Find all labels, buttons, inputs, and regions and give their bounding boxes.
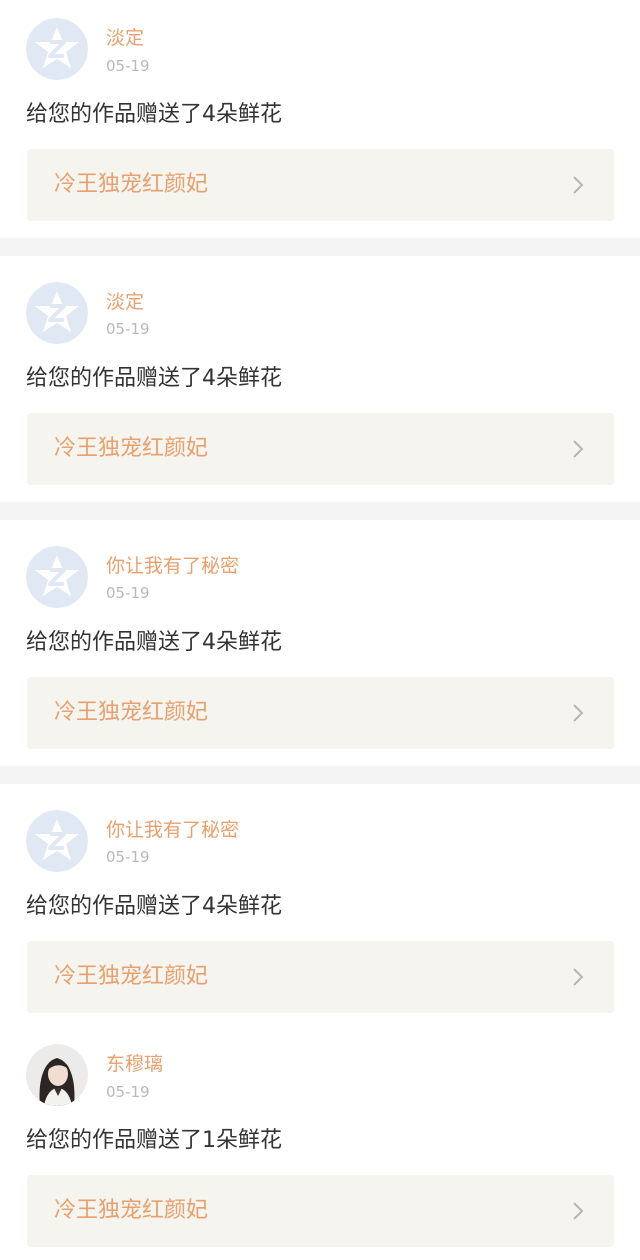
default-star-avatar-icon[interactable]	[26, 18, 88, 80]
section-divider	[0, 238, 640, 256]
notification-card: 淡定 05-19 给您的作品赠送了4朵鲜花 冷王独宠红颜妃	[0, 0, 640, 238]
username[interactable]: 淡定	[106, 290, 144, 314]
work-link[interactable]: 冷王独宠红颜妃	[27, 413, 614, 485]
work-link[interactable]: 冷王独宠红颜妃	[27, 941, 614, 1013]
gift-message: 给您的作品赠送了4朵鲜花	[26, 894, 282, 919]
work-link[interactable]: 冷王独宠红颜妃	[27, 149, 614, 221]
notification-card: 淡定 05-19 给您的作品赠送了4朵鲜花 冷王独宠红颜妃	[0, 256, 640, 502]
work-title: 冷王独宠红颜妃	[54, 964, 209, 989]
notification-card: 你让我有了秘密 05-19 给您的作品赠送了4朵鲜花 冷王独宠红颜妃	[0, 784, 640, 1024]
default-star-avatar-icon[interactable]	[26, 810, 88, 872]
work-title: 冷王独宠红颜妃	[54, 172, 209, 197]
date: 05-19	[106, 584, 150, 602]
chevron-right-icon	[573, 440, 584, 458]
chevron-right-icon	[573, 176, 584, 194]
work-title: 冷王独宠红颜妃	[54, 436, 209, 461]
username[interactable]: 你让我有了秘密	[106, 554, 239, 578]
date: 05-19	[106, 57, 150, 75]
date: 05-19	[106, 848, 150, 866]
work-title: 冷王独宠红颜妃	[54, 700, 209, 725]
gift-message: 给您的作品赠送了4朵鲜花	[26, 102, 282, 127]
notification-card: 你让我有了秘密 05-19 给您的作品赠送了4朵鲜花 冷王独宠红颜妃	[0, 520, 640, 766]
chevron-right-icon	[573, 704, 584, 722]
user-photo-avatar-icon[interactable]	[26, 1044, 88, 1106]
section-divider	[0, 502, 640, 520]
gift-message: 给您的作品赠送了4朵鲜花	[26, 366, 282, 391]
section-divider	[0, 766, 640, 784]
gift-message: 给您的作品赠送了4朵鲜花	[26, 630, 282, 655]
username[interactable]: 淡定	[106, 26, 144, 50]
date: 05-19	[106, 1083, 150, 1101]
chevron-right-icon	[573, 1202, 584, 1220]
date: 05-19	[106, 320, 150, 338]
work-link[interactable]: 冷王独宠红颜妃	[27, 677, 614, 749]
gift-message: 给您的作品赠送了1朵鲜花	[26, 1128, 282, 1153]
work-link[interactable]: 冷王独宠红颜妃	[27, 1175, 614, 1247]
default-star-avatar-icon[interactable]	[26, 282, 88, 344]
default-star-avatar-icon[interactable]	[26, 546, 88, 608]
work-title: 冷王独宠红颜妃	[54, 1198, 209, 1223]
username[interactable]: 东穆璃	[106, 1052, 163, 1076]
username[interactable]: 你让我有了秘密	[106, 818, 239, 842]
notification-card: 东穆璃 05-19 给您的作品赠送了1朵鲜花 冷王独宠红颜妃	[0, 1024, 640, 1260]
chevron-right-icon	[573, 968, 584, 986]
